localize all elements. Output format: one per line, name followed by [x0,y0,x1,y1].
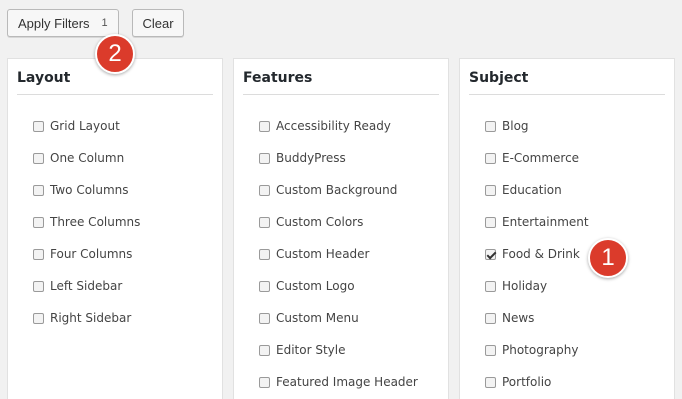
annotation-badge-2: 2 [95,34,135,74]
filter-option-label: Two Columns [50,183,129,197]
features-panel-title: Features [243,70,439,95]
filter-option-label: BuddyPress [276,151,346,165]
filter-option-four-columns[interactable]: Four Columns [33,238,140,270]
checkbox-one-column[interactable] [33,152,44,164]
filter-option-one-column[interactable]: One Column [33,142,140,174]
filter-option-news[interactable]: News [485,302,589,334]
checkbox-right-sidebar[interactable] [33,312,44,324]
filter-option-buddypress[interactable]: BuddyPress [259,142,418,174]
filter-option-right-sidebar[interactable]: Right Sidebar [33,302,140,334]
checkbox-grid-layout[interactable] [33,120,44,132]
filter-option-left-sidebar[interactable]: Left Sidebar [33,270,140,302]
filter-option-label: Food & Drink [502,247,580,261]
subject-options: Blog E-Commerce Education Entertainment Food… [485,119,589,399]
filter-option-label: One Column [50,151,125,165]
filter-option-custom-background[interactable]: Custom Background [259,174,418,206]
checkbox-four-columns[interactable] [33,248,44,260]
filter-option-education[interactable]: Education [485,174,589,206]
subject-filter-panel: Subject Blog E-Commerce Education Entertain… [459,58,675,399]
annotation-badge-1: 1 [588,238,628,278]
clear-button[interactable]: Clear [132,9,184,37]
filter-option-label: Education [502,183,562,197]
filter-option-label: Featured Image Header [276,375,418,389]
filter-option-label: Four Columns [50,247,133,261]
filter-option-accessibility-ready[interactable]: Accessibility Ready [259,110,418,142]
checkbox-custom-header[interactable] [259,248,270,260]
filter-option-custom-header[interactable]: Custom Header [259,238,418,270]
checkbox-featured-image-header[interactable] [259,376,270,388]
checkbox-food-and-drink[interactable] [485,248,496,260]
filter-option-label: Custom Background [276,183,398,197]
features-filter-panel: Features Accessibility Ready BuddyPress Cu… [233,58,449,399]
filter-option-label: Entertainment [502,215,589,229]
features-options: Accessibility Ready BuddyPress Custom Back… [259,119,418,399]
subject-panel-title: Subject [469,70,665,95]
filter-option-photography[interactable]: Photography [485,334,589,366]
apply-filters-label: Apply Filters [18,15,90,31]
filter-option-label: Custom Colors [276,215,364,229]
filter-option-custom-colors[interactable]: Custom Colors [259,206,418,238]
filter-option-grid-layout[interactable]: Grid Layout [33,110,140,142]
filter-option-custom-menu[interactable]: Custom Menu [259,302,418,334]
filter-option-label: Photography [502,343,579,357]
filter-option-label: Accessibility Ready [276,119,391,133]
filter-option-label: Blog [502,119,529,133]
checkbox-left-sidebar[interactable] [33,280,44,292]
filter-option-label: Custom Header [276,247,370,261]
checkbox-e-commerce[interactable] [485,152,496,164]
filter-option-label: Holiday [502,279,548,293]
checkbox-custom-colors[interactable] [259,216,270,228]
filter-option-featured-image-header[interactable]: Featured Image Header [259,366,418,398]
active-filter-count: 1 [101,17,108,29]
filter-option-label: News [502,311,535,325]
filter-option-custom-logo[interactable]: Custom Logo [259,270,418,302]
filter-option-label: Custom Menu [276,311,359,325]
checkbox-editor-style[interactable] [259,344,270,356]
filter-option-label: Left Sidebar [50,279,123,293]
filter-option-label: Three Columns [50,215,141,229]
filter-option-entertainment[interactable]: Entertainment [485,206,589,238]
filter-option-holiday[interactable]: Holiday [485,270,589,302]
checkbox-blog[interactable] [485,120,496,132]
checkbox-photography[interactable] [485,344,496,356]
filter-option-e-commerce[interactable]: E-Commerce [485,142,589,174]
apply-filters-button[interactable]: Apply Filters 1 [7,9,119,37]
filter-option-two-columns[interactable]: Two Columns [33,174,140,206]
checkbox-buddypress[interactable] [259,152,270,164]
checkbox-news[interactable] [485,312,496,324]
filter-option-portfolio[interactable]: Portfolio [485,366,589,398]
layout-filter-panel: Layout Grid Layout One Column Two Columns T… [7,58,223,399]
checkbox-education[interactable] [485,184,496,196]
filter-option-label: Custom Logo [276,279,355,293]
checkbox-entertainment[interactable] [485,216,496,228]
filter-option-food-and-drink[interactable]: Food & Drink [485,238,589,270]
checkbox-two-columns[interactable] [33,184,44,196]
checkbox-holiday[interactable] [485,280,496,292]
filter-option-blog[interactable]: Blog [485,110,589,142]
filter-option-label: Editor Style [276,343,346,357]
filter-option-label: E-Commerce [502,151,580,165]
checkbox-accessibility-ready[interactable] [259,120,270,132]
filter-option-label: Right Sidebar [50,311,132,325]
filter-option-label: Portfolio [502,375,552,389]
filter-option-editor-style[interactable]: Editor Style [259,334,418,366]
filter-option-label: Grid Layout [50,119,120,133]
checkbox-custom-background[interactable] [259,184,270,196]
checkbox-custom-menu[interactable] [259,312,270,324]
checkbox-three-columns[interactable] [33,216,44,228]
checkbox-custom-logo[interactable] [259,280,270,292]
layout-options: Grid Layout One Column Two Columns Three Co… [33,119,140,344]
checkbox-portfolio[interactable] [485,376,496,388]
filter-option-three-columns[interactable]: Three Columns [33,206,140,238]
